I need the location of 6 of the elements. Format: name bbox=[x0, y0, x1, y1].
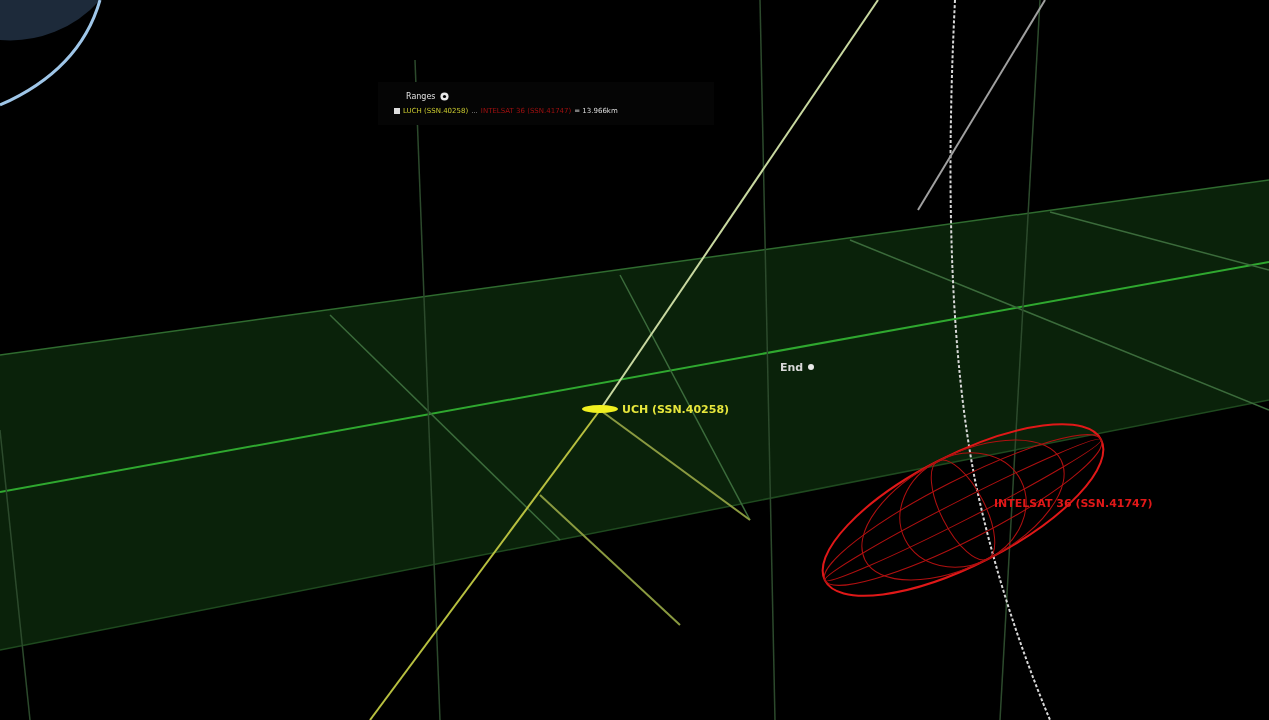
range-checkbox[interactable] bbox=[394, 108, 400, 114]
marker-dot-icon bbox=[808, 364, 814, 370]
settings-icon[interactable] bbox=[439, 92, 449, 101]
satellite-label: UCH (SSN.40258) bbox=[622, 403, 730, 416]
marker-label: End bbox=[780, 361, 804, 374]
panel-title: Ranges bbox=[406, 92, 436, 101]
